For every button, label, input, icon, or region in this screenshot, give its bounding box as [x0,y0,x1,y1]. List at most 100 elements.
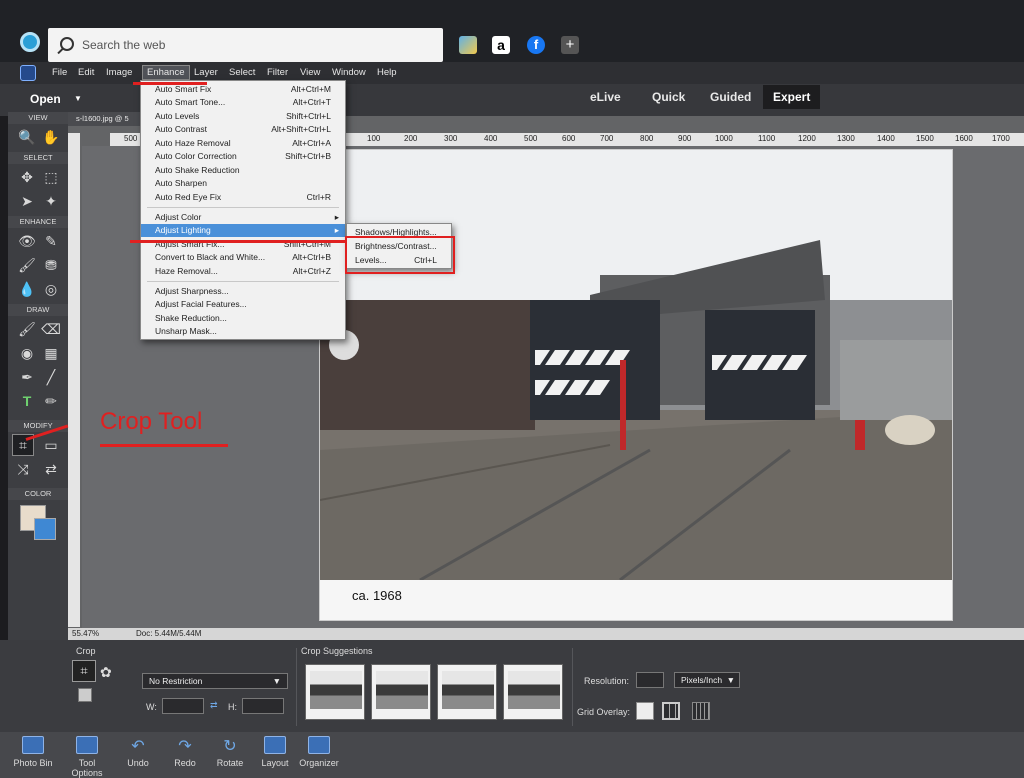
tool-options-button[interactable]: Tool Options [62,736,112,778]
mode-expert[interactable]: Expert [763,85,821,109]
photo-bin-button[interactable]: Photo Bin [8,736,58,768]
app-tray-icon[interactable] [459,36,477,54]
crop-suggestions-label: Crop Suggestions [301,646,373,656]
organizer-button[interactable]: Organizer [294,736,344,768]
paint-bucket-icon[interactable]: ◉ [16,342,38,364]
redo-button[interactable]: ↷ Redo [160,736,210,768]
crop-suggestion-thumbnail[interactable] [371,664,431,720]
menu-item-auto-color-correction[interactable]: Auto Color Correction Shift+Ctrl+B [141,150,345,163]
resolution-unit-select[interactable]: Pixels/Inch ▼ [674,672,740,688]
menu-item-adjust-facial-features[interactable]: Adjust Facial Features... [141,298,345,311]
width-input[interactable] [162,698,204,714]
crop-suggestion-thumbnail[interactable] [305,664,365,720]
resolution-input[interactable] [636,672,664,688]
menu-item-auto-smart-tone[interactable]: Auto Smart Tone... Alt+Ctrl+T [141,96,345,109]
content-move-icon[interactable]: ⇄ [40,458,62,480]
menu-image[interactable]: Image [106,67,132,78]
resolution-unit-value: Pixels/Inch [681,675,723,685]
brush-fix-icon[interactable]: ✎ [40,230,62,252]
mode-quick[interactable]: Quick [652,90,685,104]
menu-item-auto-haze-removal[interactable]: Auto Haze Removal Alt+Ctrl+A [141,137,345,150]
menu-item-auto-contrast[interactable]: Auto Contrast Alt+Shift+Ctrl+L [141,123,345,136]
zoom-tool-icon[interactable]: 🔍 [16,126,38,148]
crop-suggestion-thumbnail[interactable] [437,664,497,720]
grid-none-button[interactable] [636,702,654,720]
menu-item-haze-removal[interactable]: Haze Removal... Alt+Ctrl+Z [141,265,345,278]
perfect-crop-icon[interactable]: ✿ [100,664,112,681]
photo-print[interactable]: ca. 1968 [320,150,952,620]
swap-dimensions-icon[interactable]: ⇄ [210,700,218,711]
crop-suggestion-thumbnail[interactable] [503,664,563,720]
zoom-level[interactable]: 55.47% [72,628,99,640]
grid-thirds-button[interactable] [662,702,680,720]
menu-item-convert-bw[interactable]: Convert to Black and White... Alt+Ctrl+B [141,251,345,264]
resolution-label: Resolution: [584,676,630,686]
lasso-tool-icon[interactable]: ➤ [16,190,38,212]
magic-wand-icon[interactable]: ✦ [40,190,62,212]
menu-item-auto-red-eye-fix[interactable]: Auto Red Eye Fix Ctrl+R [141,191,345,204]
move-tool-icon[interactable]: ✥ [16,166,38,188]
mode-elive[interactable]: eLive [590,90,621,104]
menu-item-adjust-lighting[interactable]: Adjust Lighting ▸ [141,224,345,237]
line-tool-icon[interactable]: ╱ [40,366,62,388]
menu-item-shake-reduction[interactable]: Shake Reduction... [141,312,345,325]
stamp-tool-icon[interactable]: ⛃ [40,254,62,276]
eraser-tool-icon[interactable]: ⌫ [40,318,62,340]
menu-select[interactable]: Select [229,67,255,78]
smart-brush-icon[interactable]: 🖌 [16,254,38,276]
ruler-tick: 1500 [916,134,934,143]
menu-view[interactable]: View [300,67,320,78]
menu-item-adjust-sharpness[interactable]: Adjust Sharpness... [141,285,345,298]
item-label: Convert to Black and White... [155,252,266,262]
mode-guided[interactable]: Guided [710,90,751,104]
facebook-icon[interactable]: f [527,36,545,54]
gradient-tool-icon[interactable]: ▦ [40,342,62,364]
foreground-color-swatch[interactable] [34,518,56,540]
amazon-icon[interactable]: a [492,36,510,54]
item-shortcut: Alt+Ctrl+B [292,252,331,262]
menu-item-auto-shake-reduction[interactable]: Auto Shake Reduction [141,164,345,177]
browser-logo-icon[interactable] [20,32,40,52]
menu-help[interactable]: Help [377,67,397,78]
red-eye-tool-icon[interactable]: 👁 [16,230,38,252]
open-button[interactable]: Open ▼ [12,88,90,110]
menu-filter[interactable]: Filter [267,67,288,78]
item-label: Auto Contrast [155,124,207,134]
eyedropper-icon[interactable]: ✒ [16,366,38,388]
brush-tool-icon[interactable]: 🖌 [16,318,38,340]
menu-enhance[interactable]: Enhance [142,65,190,80]
menu-item-unsharp-mask[interactable]: Unsharp Mask... [141,325,345,338]
sponge-tool-icon[interactable]: ◎ [40,278,62,300]
crop-mode-icon[interactable]: ⌗ [72,660,96,682]
menu-edit[interactable]: Edit [78,67,94,78]
menu-item-adjust-color[interactable]: Adjust Color ▸ [141,211,345,224]
crop-to-subject-icon[interactable] [78,688,92,702]
grid-fine-button[interactable] [692,702,710,720]
toolbox: VIEW 🔍 ✋ SELECT ✥ ⬚ ➤ ✦ ENHANCE 👁 ✎ 🖌 ⛃ … [8,112,68,652]
tool-name: Crop [76,646,96,656]
rotate-button[interactable]: ↻ Rotate [205,736,255,768]
menu-item-auto-sharpen[interactable]: Auto Sharpen [141,177,345,190]
straighten-tool-icon[interactable]: ⤨ [12,458,34,480]
menu-item-auto-levels[interactable]: Auto Levels Shift+Ctrl+L [141,110,345,123]
marquee-tool-icon[interactable]: ⬚ [40,166,62,188]
layout-button[interactable]: Layout [250,736,300,768]
pencil-tool-icon[interactable]: ✏ [40,390,62,412]
web-search-box[interactable]: Search the web [48,28,443,62]
add-shortcut-icon[interactable]: + [561,36,579,54]
web-search-placeholder: Search the web [82,38,166,52]
recompose-tool-icon[interactable]: ▭ [40,434,62,456]
menu-layer[interactable]: Layer [194,67,218,78]
ruler-tick: 400 [484,134,498,143]
blur-tool-icon[interactable]: 💧 [16,278,38,300]
menu-window[interactable]: Window [332,67,366,78]
hand-tool-icon[interactable]: ✋ [40,126,62,148]
item-shortcut: Shift+Ctrl+L [286,111,331,121]
undo-button[interactable]: ↶ Undo [113,736,163,768]
restriction-select[interactable]: No Restriction ▼ [142,673,288,689]
document-tab[interactable]: s-l1600.jpg @ 5 [68,112,148,126]
type-tool-icon[interactable]: T [16,390,38,412]
menu-file[interactable]: File [52,67,67,78]
chevron-down-icon[interactable]: ▼ [74,88,82,110]
height-input[interactable] [242,698,284,714]
